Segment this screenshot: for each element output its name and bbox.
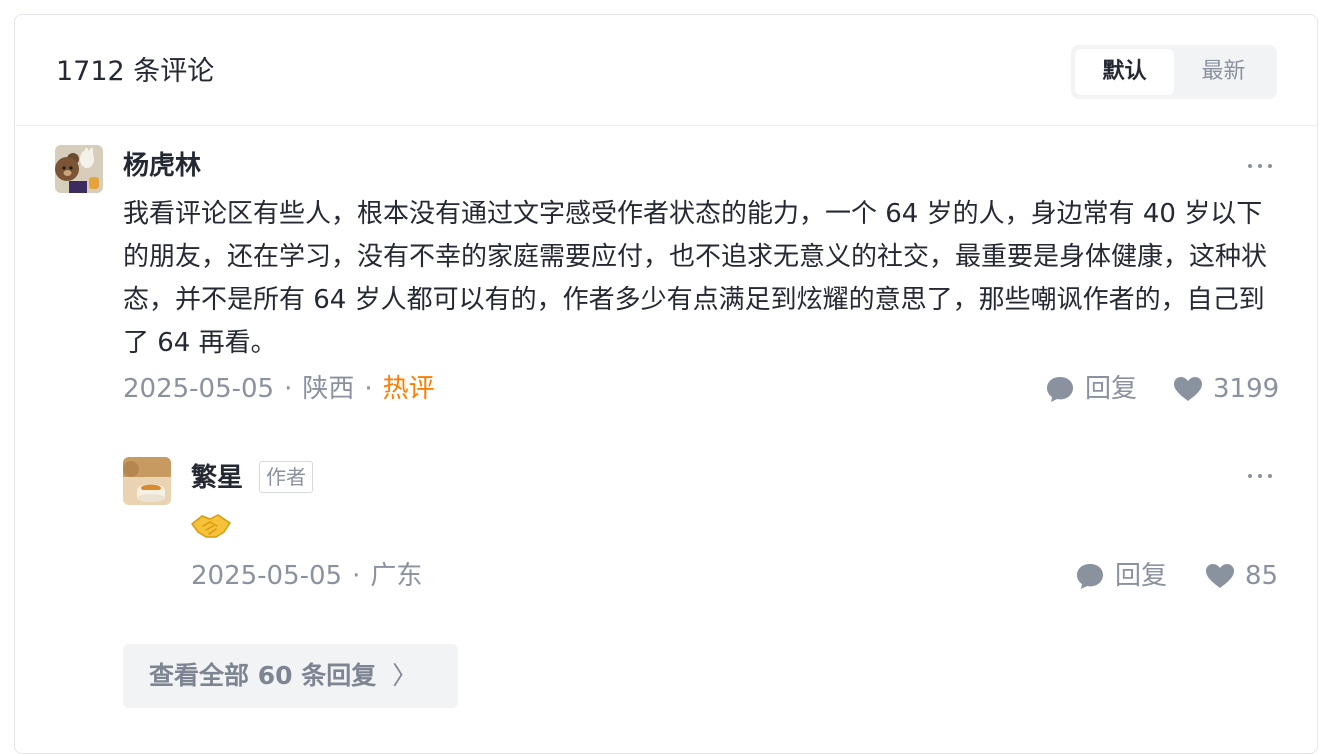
more-options-icon[interactable] <box>1246 156 1274 176</box>
comment-meta: 2025-05-05 · 陕西 · 热评 <box>123 371 435 407</box>
heart-icon <box>1174 377 1202 401</box>
view-all-replies-button[interactable]: 查看全部 60 条回复〉 <box>123 644 458 708</box>
reply-label: 回复 <box>1085 374 1138 404</box>
reply-meta: 2025-05-05 · 广东 <box>191 558 422 594</box>
reply-label: 回复 <box>1115 561 1168 591</box>
view-all-label: 查看全部 60 条回复 <box>149 661 377 690</box>
more-options-icon[interactable] <box>1246 466 1274 486</box>
like-count: 3199 <box>1213 374 1280 404</box>
handshake-emoji-icon <box>190 510 232 542</box>
reply-avatar[interactable] <box>123 457 171 505</box>
sort-latest-button[interactable]: 最新 <box>1174 49 1273 95</box>
comment-bubble-icon <box>1047 377 1073 402</box>
like-count: 85 <box>1245 561 1279 591</box>
comment-location: 陕西 <box>302 374 355 404</box>
meta-separator: · <box>352 561 361 591</box>
chevron-right-icon: 〉 <box>392 661 418 690</box>
avatar[interactable] <box>55 145 103 193</box>
like-button[interactable]: 3199 <box>1173 371 1279 407</box>
comment-date: 2025-05-05 <box>123 374 275 404</box>
comment-bubble-icon <box>1077 564 1103 589</box>
comments-header: 1712 条评论 默认 最新 <box>15 15 1317 126</box>
bear-avatar-icon <box>55 145 103 193</box>
comment-count-title: 1712 条评论 <box>56 56 215 87</box>
reply-button[interactable]: 回复 <box>1075 558 1167 594</box>
heart-icon <box>1206 564 1234 588</box>
comment-text: 我看评论区有些人，根本没有通过文字感受作者状态的能力，一个 64 岁的人，身边常… <box>123 199 1268 358</box>
reply-location: 广东 <box>370 561 423 591</box>
sort-default-button[interactable]: 默认 <box>1075 49 1174 95</box>
reply-button[interactable]: 回复 <box>1045 371 1137 407</box>
author-badge: 作者 <box>259 461 313 493</box>
comment-author-name[interactable]: 杨虎林 <box>123 148 201 184</box>
sort-toggle: 默认 最新 <box>1071 45 1277 99</box>
meta-separator: · <box>364 374 373 404</box>
reply-author-name[interactable]: 繁星 <box>191 460 243 496</box>
like-button[interactable]: 85 <box>1205 558 1278 594</box>
tea-cup-avatar-icon <box>123 457 171 505</box>
meta-separator: · <box>284 374 293 404</box>
hot-comment-badge: 热评 <box>382 374 435 404</box>
reply-date: 2025-05-05 <box>191 561 343 591</box>
